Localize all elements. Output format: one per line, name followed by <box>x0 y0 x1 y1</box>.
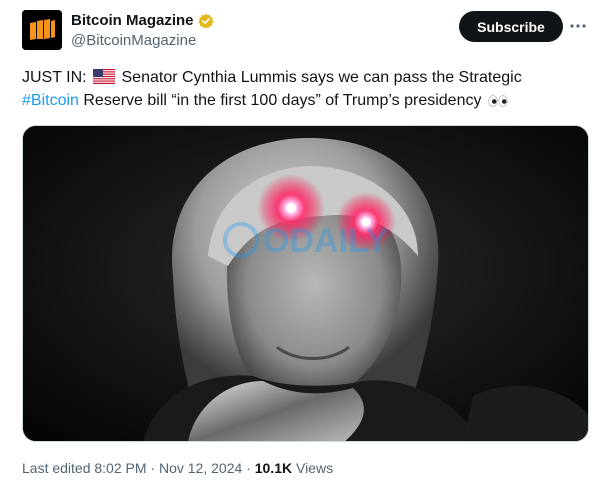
author-handle[interactable]: @BitcoinMagazine <box>71 32 196 50</box>
views-label: Views <box>295 460 334 476</box>
meta-separator: · <box>246 460 251 476</box>
bitcoin-hashtag-link[interactable]: #Bitcoin <box>22 92 79 109</box>
tweet-header: Bitcoin Magazine @BitcoinMagazine Subscr… <box>22 10 586 54</box>
tweet-meta: Last edited 8:02 PM · Nov 12, 2024 · 10.… <box>22 459 333 477</box>
tweet-body-part2: Reserve bill “in the first 100 days” of … <box>78 92 482 109</box>
more-horizontal-icon[interactable] <box>568 16 588 36</box>
tweet-photo[interactable]: ODAILY <box>22 125 589 442</box>
edited-timestamp[interactable]: Last edited 8:02 PM <box>22 460 147 476</box>
meta-separator: · <box>150 460 156 476</box>
tweet-prefix: JUST IN: <box>22 69 87 86</box>
bitcoin-magazine-logo-icon[interactable] <box>22 10 62 50</box>
author-display-name[interactable]: Bitcoin Magazine <box>71 12 194 30</box>
us-flag-icon <box>92 68 116 85</box>
subscribe-button[interactable]: Subscribe <box>459 11 563 42</box>
post-date[interactable]: Nov 12, 2024 <box>159 460 242 476</box>
eyes-icon <box>488 91 508 114</box>
tweet-body-part1: Senator Cynthia Lummis says we can pass … <box>117 69 522 86</box>
views-count: 10.1K <box>254 460 293 476</box>
odaily-watermark-text: ODAILY <box>263 222 389 260</box>
gold-verified-badge-icon[interactable] <box>198 13 214 29</box>
author-name-row: Bitcoin Magazine <box>71 12 214 30</box>
tweet-text: JUST IN: Senator Cynthia Lummis says we … <box>22 66 582 114</box>
